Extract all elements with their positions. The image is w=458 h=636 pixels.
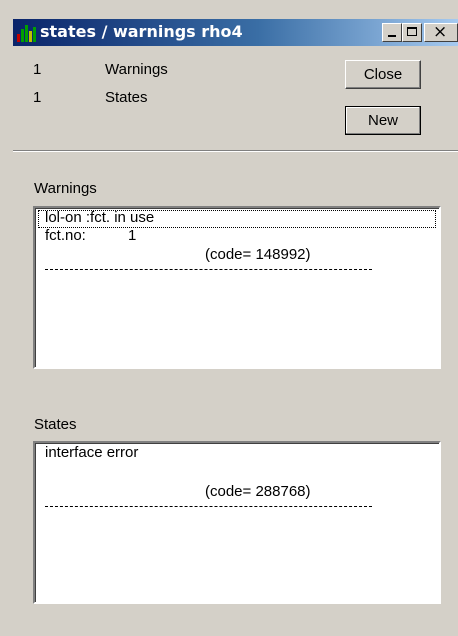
- warning-title[interactable]: lol-on :fct. in use: [45, 209, 154, 226]
- warning-detail-value: 1: [128, 227, 137, 244]
- close-icon: ×: [433, 22, 448, 42]
- new-button[interactable]: New: [345, 106, 421, 135]
- warning-code: (code= 148992): [205, 246, 311, 263]
- close-button[interactable]: Close: [345, 60, 421, 89]
- state-divider: [45, 506, 372, 507]
- states-count-row: 1 States: [33, 89, 233, 109]
- warnings-list[interactable]: lol-on :fct. in use fct.no: 1 (code= 148…: [33, 206, 441, 369]
- states-count: 1: [33, 89, 42, 106]
- warnings-count-label: Warnings: [105, 61, 168, 78]
- separator: [13, 150, 458, 152]
- window-title: states / warnings rho4: [40, 22, 243, 41]
- states-list[interactable]: interface error (code= 288768): [33, 441, 441, 604]
- warnings-count: 1: [33, 61, 42, 78]
- maximize-icon: [407, 27, 417, 36]
- maximize-button[interactable]: [402, 23, 422, 42]
- warning-detail-label: fct.no:: [45, 227, 86, 244]
- minimize-icon: [388, 35, 396, 37]
- warnings-section-label: Warnings: [34, 180, 97, 197]
- warnings-count-row: 1 Warnings: [33, 61, 233, 81]
- states-count-label: States: [105, 89, 148, 106]
- states-warnings-window: states / warnings rho4 × 1 Warnings 1 St…: [0, 0, 458, 636]
- title-bar[interactable]: states / warnings rho4 ×: [13, 19, 458, 46]
- minimize-button[interactable]: [382, 23, 402, 42]
- close-window-button[interactable]: ×: [424, 22, 458, 42]
- states-section-label: States: [34, 416, 77, 433]
- state-title[interactable]: interface error: [45, 444, 138, 461]
- warning-divider: [45, 269, 372, 270]
- app-icon: [17, 23, 36, 42]
- state-code: (code= 288768): [205, 483, 311, 500]
